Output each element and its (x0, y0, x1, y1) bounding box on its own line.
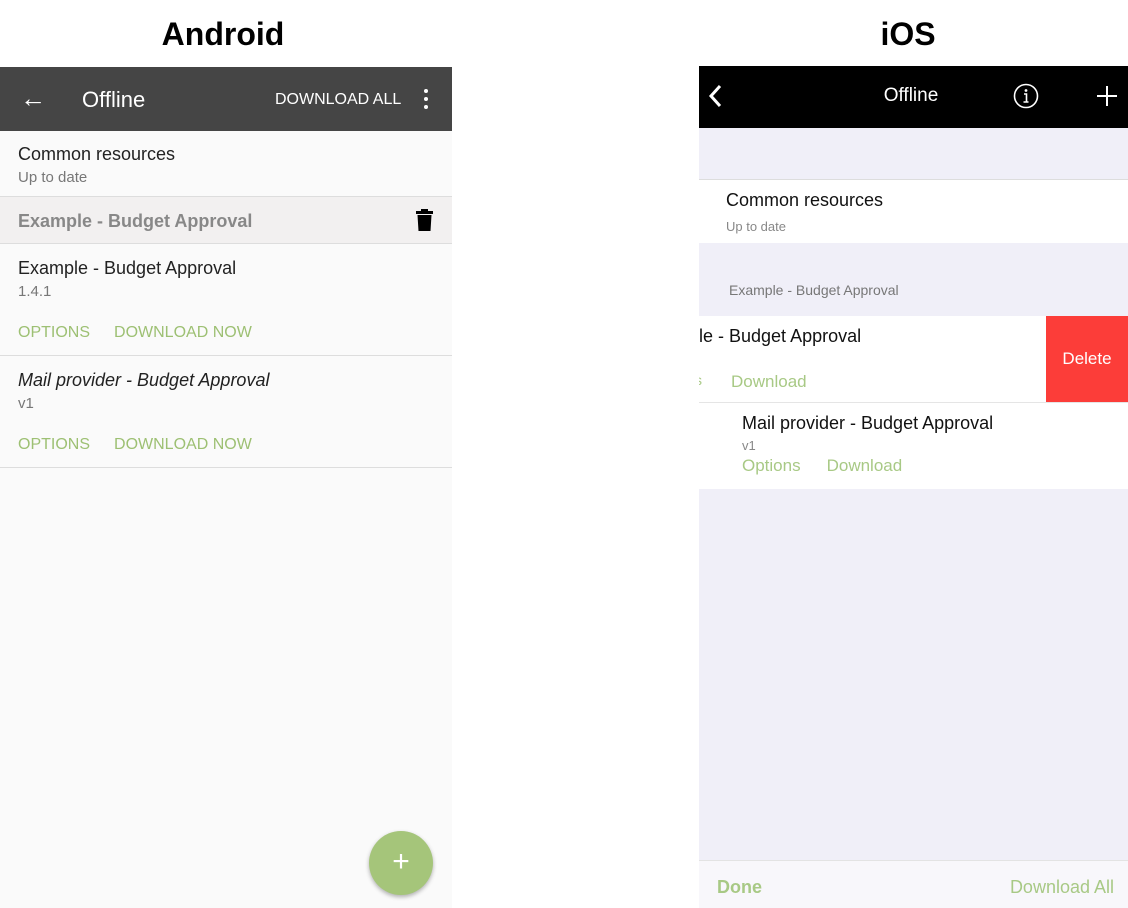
options-button[interactable]: s (699, 372, 702, 388)
page-title: Offline (82, 87, 146, 112)
done-button[interactable]: Done (717, 877, 762, 898)
section-title: Example - Budget Approval (18, 211, 253, 231)
android-screen: ← Offline DOWNLOAD ALL Common resources … (0, 67, 452, 908)
download-now-button[interactable]: DOWNLOAD NOW (114, 324, 252, 341)
add-fab-button[interactable]: + (369, 831, 433, 895)
list-item[interactable]: Example - Budget Approval 1.4.1 OPTIONS D… (0, 244, 452, 356)
download-button[interactable]: Download (827, 456, 903, 475)
options-button[interactable]: Options (742, 456, 801, 475)
download-now-button[interactable]: DOWNLOAD NOW (114, 436, 252, 453)
ios-nav-bar: Offline (699, 66, 1128, 128)
ios-screen: Offline Common resources Up to date Exam… (699, 66, 1128, 908)
android-label: Android (161, 16, 285, 52)
options-button[interactable]: OPTIONS (18, 324, 90, 341)
list-item[interactable]: Mail provider - Budget Approval v1 Optio… (699, 402, 1128, 489)
section-header: Example - Budget Approval (0, 197, 452, 244)
item-title: Mail provider - Budget Approval (742, 413, 994, 433)
options-button[interactable]: OPTIONS (18, 436, 90, 453)
item-status: Up to date (726, 219, 786, 234)
list-item-common[interactable]: Common resources Up to date (699, 179, 1128, 243)
item-title: Example - Budget Approval (18, 258, 237, 278)
more-vert-icon[interactable] (418, 87, 434, 111)
swiped-list-item[interactable]: le - Budget Approval s Download Delete (699, 316, 1128, 402)
ios-toolbar: Done Download All (699, 860, 1128, 908)
download-all-button[interactable]: Download All (1010, 877, 1114, 898)
section-title: Example - Budget Approval (729, 282, 899, 298)
list-item[interactable]: Mail provider - Budget Approval v1 OPTIO… (0, 356, 452, 468)
download-button[interactable]: Download (731, 372, 807, 392)
trash-icon[interactable] (416, 209, 433, 231)
info-icon[interactable] (1013, 83, 1039, 109)
item-title: le - Budget Approval (699, 326, 862, 346)
android-app-bar: ← Offline DOWNLOAD ALL (0, 67, 452, 131)
item-version: v1 (742, 438, 756, 453)
delete-button[interactable]: Delete (1046, 316, 1128, 402)
list-item-common[interactable]: Common resources Up to date (0, 131, 452, 197)
back-arrow-icon[interactable]: ← (20, 83, 46, 114)
item-version: 1.4.1 (18, 283, 52, 300)
plus-icon[interactable] (1096, 85, 1118, 107)
item-title: Mail provider - Budget Approval (18, 370, 270, 390)
item-title: Common resources (726, 190, 884, 210)
download-all-button[interactable]: DOWNLOAD ALL (275, 91, 401, 109)
item-status: Up to date (18, 169, 88, 186)
item-title: Common resources (18, 144, 176, 164)
ios-label: iOS (880, 16, 936, 52)
item-version: v1 (18, 395, 34, 412)
page-title: Offline (883, 85, 939, 106)
